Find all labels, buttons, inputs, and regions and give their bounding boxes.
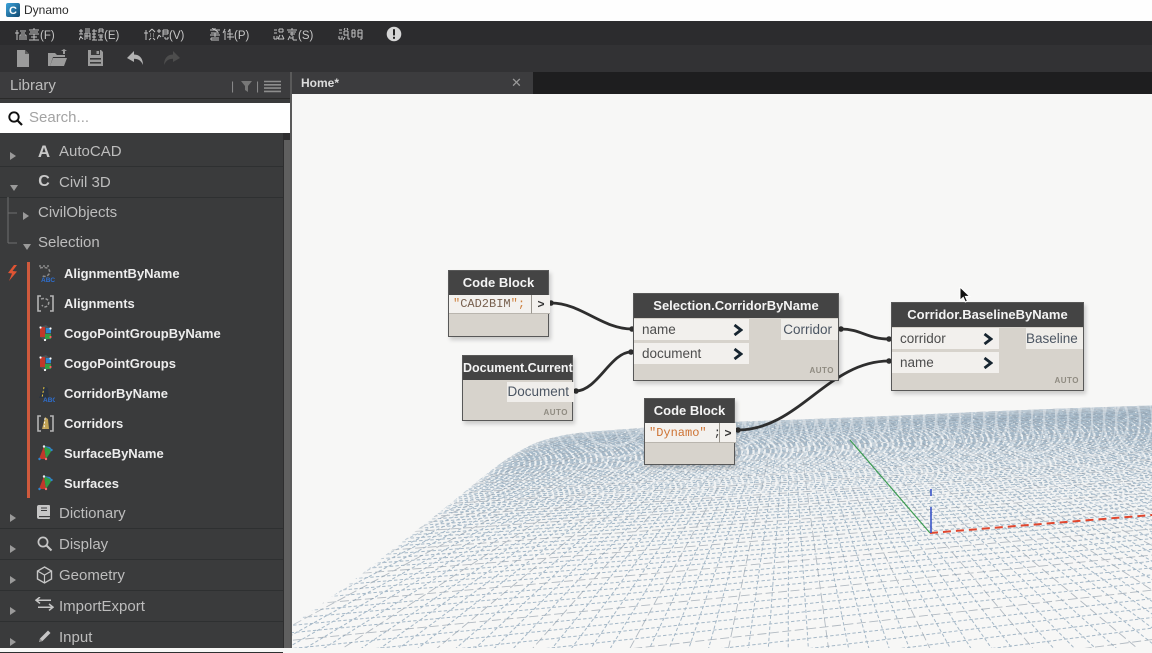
svg-text:ABC: ABC [43,397,55,403]
svg-text:ABC: ABC [41,277,55,283]
svg-text:C: C [9,5,17,17]
